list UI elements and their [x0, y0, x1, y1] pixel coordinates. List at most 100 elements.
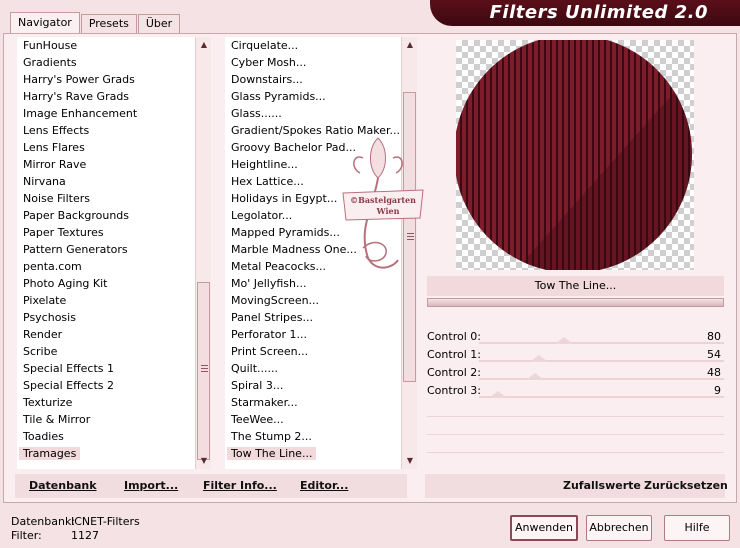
- category-list-item[interactable]: Special Effects 1: [17, 360, 195, 377]
- control-0[interactable]: Control 0: 80: [427, 328, 724, 346]
- scroll-up-arrow-icon[interactable]: ▲: [196, 37, 212, 53]
- apply-button[interactable]: Anwenden: [510, 515, 578, 541]
- scroll-down-arrow-icon[interactable]: ▼: [196, 453, 212, 469]
- category-list-item[interactable]: Render: [17, 326, 195, 343]
- cancel-button[interactable]: Abbrechen: [586, 515, 652, 541]
- tab-navigator[interactable]: Navigator: [10, 12, 80, 34]
- status-db-label: Datenbank:: [11, 515, 76, 528]
- current-filter-name: Tow The Line...: [427, 276, 724, 296]
- control-3[interactable]: Control 3: 9: [427, 382, 724, 400]
- reset-button[interactable]: Zurücksetzen: [644, 479, 728, 492]
- control-0-slider[interactable]: [479, 337, 724, 344]
- slider-thumb[interactable]: [555, 337, 573, 344]
- slider-thumb[interactable]: [526, 373, 544, 380]
- control-3-value: 9: [714, 384, 721, 397]
- control-0-value: 80: [707, 330, 721, 343]
- category-list-item[interactable]: Tile & Mirror: [17, 411, 195, 428]
- category-list-item[interactable]: Tramages: [17, 445, 195, 462]
- scroll-down-arrow-icon[interactable]: ▼: [402, 453, 418, 469]
- category-list-item[interactable]: Harry's Rave Grads: [17, 88, 195, 105]
- toolbar-right: Zufallswerte Zurücksetzen: [425, 474, 728, 498]
- filter-list-item[interactable]: The Stump 2...: [225, 428, 401, 445]
- status-filter-label: Filter:: [11, 529, 42, 542]
- filter-list-item[interactable]: Cyber Mosh...: [225, 54, 401, 71]
- status-database: Datenbank: ICNET-Filters: [11, 515, 140, 528]
- scroll-thumb[interactable]: [197, 282, 210, 460]
- status-filter-value: 1127: [71, 529, 99, 542]
- control-0-label: Control 0:: [427, 330, 481, 343]
- category-list-item[interactable]: Toadies: [17, 428, 195, 445]
- toolbar: Datenbank Import... Filter Info... Edito…: [15, 474, 407, 498]
- logo-text-line2: Wien: [376, 206, 400, 216]
- filter-list-item[interactable]: Starmaker...: [225, 394, 401, 411]
- category-list-item[interactable]: Lens Effects: [17, 122, 195, 139]
- category-list-item[interactable]: Special Effects 2: [17, 377, 195, 394]
- category-list-item[interactable]: Pattern Generators: [17, 241, 195, 258]
- datenbank-button[interactable]: Datenbank: [29, 479, 97, 492]
- control-3-label: Control 3:: [427, 384, 481, 397]
- scroll-up-arrow-icon[interactable]: ▲: [402, 37, 418, 53]
- filter-list-item[interactable]: Print Screen...: [225, 343, 401, 360]
- category-list-item[interactable]: Noise Filters: [17, 190, 195, 207]
- filter-list-item[interactable]: Cirquelate...: [225, 37, 401, 54]
- category-list-item[interactable]: Lens Flares: [17, 139, 195, 156]
- control-3-slider[interactable]: [479, 391, 724, 398]
- divider: [427, 434, 724, 435]
- filter-list-item[interactable]: TeeWee...: [225, 411, 401, 428]
- randomize-button[interactable]: Zufallswerte: [563, 479, 641, 492]
- preview-image: [456, 40, 694, 270]
- category-list-item[interactable]: Harry's Power Grads: [17, 71, 195, 88]
- filter-list-item[interactable]: Spiral 3...: [225, 377, 401, 394]
- category-list-item[interactable]: Gradients: [17, 54, 195, 71]
- filter-list-item[interactable]: MovingScreen...: [225, 292, 401, 309]
- category-list-item[interactable]: Paper Textures: [17, 224, 195, 241]
- slider-thumb[interactable]: [530, 355, 548, 362]
- filter-list-item[interactable]: Tow The Line...: [225, 445, 401, 462]
- slider-thumb[interactable]: [489, 391, 507, 398]
- category-list-item[interactable]: Scribe: [17, 343, 195, 360]
- filter-list-item[interactable]: Panel Stripes...: [225, 309, 401, 326]
- status-db-value: ICNET-Filters: [71, 515, 140, 528]
- help-button[interactable]: Hilfe: [664, 515, 730, 541]
- category-list-item[interactable]: Pixelate: [17, 292, 195, 309]
- filter-list-item[interactable]: Downstairs...: [225, 71, 401, 88]
- import-button[interactable]: Import...: [124, 479, 178, 492]
- watermark-logo: ©Bastelgarten Wien: [342, 137, 424, 269]
- control-1[interactable]: Control 1: 54: [427, 346, 724, 364]
- preview-svg: [456, 40, 692, 270]
- control-1-value: 54: [707, 348, 721, 361]
- control-1-slider[interactable]: [479, 355, 724, 362]
- filter-list-item[interactable]: Glass Pyramids...: [225, 88, 401, 105]
- category-list-item[interactable]: Nirvana: [17, 173, 195, 190]
- editor-button[interactable]: Editor...: [300, 479, 348, 492]
- control-2[interactable]: Control 2: 48: [427, 364, 724, 382]
- filter-list-item[interactable]: Quilt......: [225, 360, 401, 377]
- control-2-value: 48: [707, 366, 721, 379]
- control-2-label: Control 2:: [427, 366, 481, 379]
- control-1-label: Control 1:: [427, 348, 481, 361]
- tab-ueber[interactable]: Über: [137, 14, 181, 34]
- progress-bar: [427, 298, 724, 307]
- control-2-slider[interactable]: [479, 373, 724, 380]
- category-list-item[interactable]: Mirror Rave: [17, 156, 195, 173]
- tab-presets[interactable]: Presets: [80, 14, 137, 34]
- category-scrollbar[interactable]: ▲ ▼: [195, 37, 211, 469]
- category-list-item[interactable]: Photo Aging Kit: [17, 275, 195, 292]
- app-title: Filters Unlimited 2.0: [489, 2, 708, 23]
- category-list-item[interactable]: Image Enhancement: [17, 105, 195, 122]
- divider: [427, 416, 724, 417]
- logo-text-line1: ©Bastelgarten: [350, 195, 416, 205]
- category-list-item[interactable]: penta.com: [17, 258, 195, 275]
- filter-info-button[interactable]: Filter Info...: [203, 479, 277, 492]
- category-list-item[interactable]: Psychosis: [17, 309, 195, 326]
- status-filter-count: Filter: 1127: [11, 529, 99, 542]
- category-list-item[interactable]: Texturize: [17, 394, 195, 411]
- category-list[interactable]: FunHouse Gradients Harry's Power Grads Harr…: [17, 37, 195, 469]
- title-banner: Filters Unlimited 2.0: [430, 0, 740, 26]
- divider: [427, 452, 724, 453]
- filter-list-item[interactable]: Perforator 1...: [225, 326, 401, 343]
- category-list-item[interactable]: Paper Backgrounds: [17, 207, 195, 224]
- filter-list-item[interactable]: Glass......: [225, 105, 401, 122]
- category-list-item[interactable]: FunHouse: [17, 37, 195, 54]
- tab-bar: Navigator Presets Über: [10, 12, 181, 34]
